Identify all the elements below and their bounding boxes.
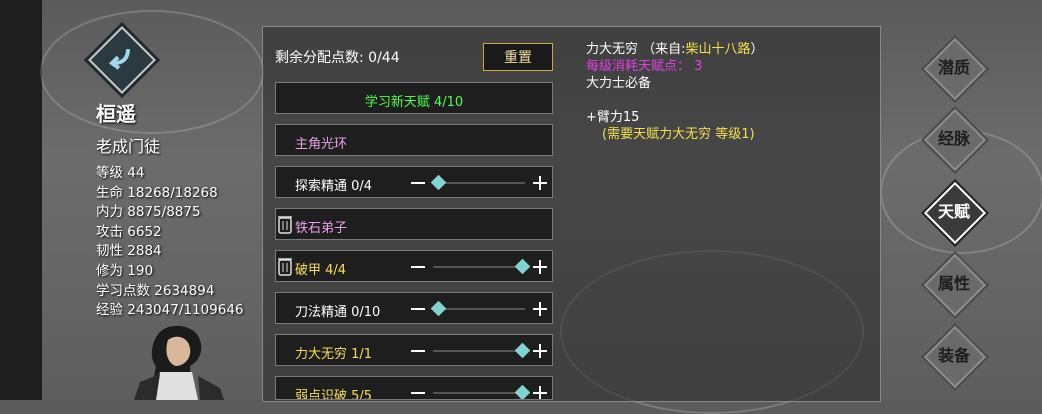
stat-level: 等级 44 [96, 165, 145, 181]
slider-knob[interactable] [430, 174, 447, 191]
talent-level-slider[interactable] [411, 341, 551, 361]
plus-icon[interactable] [539, 386, 541, 399]
talent-row[interactable]: 破甲 4/4 [275, 250, 553, 282]
character-portrait [134, 325, 224, 400]
slider-knob[interactable] [514, 384, 531, 399]
character-name: 桓遥 [96, 102, 136, 126]
stat-mp: 内力 8875/8875 [96, 204, 201, 221]
back-arrow-icon [108, 49, 130, 70]
minus-icon[interactable] [411, 350, 425, 352]
talent-level-slider[interactable] [411, 383, 551, 399]
minus-icon[interactable] [411, 182, 425, 184]
menu-label: 天赋 [937, 202, 970, 221]
talent-label: 探索精通 0/4 [295, 179, 373, 194]
detail-title-end: ） [750, 42, 764, 57]
detail-cost: 每级消耗天赋点： 3 [586, 59, 703, 74]
learn-talent-button[interactable]: 学习新天赋 4/10 [275, 82, 553, 114]
detail-requirement: (需要天赋力大无穷 等级1) [602, 127, 755, 142]
slider-knob[interactable] [430, 300, 447, 317]
talent-row[interactable]: 探索精通 0/4 [275, 166, 553, 198]
plus-icon[interactable] [539, 344, 541, 358]
slider-knob[interactable] [514, 258, 531, 275]
talent-label: 破甲 4/4 [295, 263, 347, 278]
talent-level-slider[interactable] [411, 173, 551, 193]
reset-button[interactable]: 重置 [483, 43, 553, 71]
menu-potential[interactable]: 潜质 [923, 37, 987, 101]
menu-label: 属性 [937, 274, 970, 293]
detail-title-line: 力大无穷 （来自:柴山十八路） [586, 41, 764, 58]
trash-icon[interactable] [278, 214, 292, 234]
left-black-bar [0, 0, 42, 400]
detail-effect: +臂力15 [586, 110, 640, 125]
talent-label: 弱点识破 5/5 [295, 389, 373, 400]
learn-talent-label: 学习新天赋 4/10 [364, 95, 464, 110]
menu-attributes[interactable]: 属性 [923, 253, 987, 317]
detail-title: 力大无穷 （来自: [586, 42, 686, 57]
talent-label: 力大无穷 1/1 [295, 347, 373, 362]
stat-exp: 经验 243047/1109646 [96, 302, 244, 319]
slider-track[interactable] [433, 392, 525, 394]
trash-icon[interactable] [278, 256, 292, 276]
slider-track[interactable] [433, 182, 525, 184]
menu-talent[interactable]: 天赋 [923, 181, 987, 245]
menu-meridian[interactable]: 经脉 [923, 108, 987, 172]
minus-icon[interactable] [411, 266, 425, 268]
stat-attack: 攻击 6652 [96, 223, 162, 240]
plus-icon[interactable] [539, 260, 541, 274]
talent-row[interactable]: 主角光环 [275, 124, 553, 156]
slider-track[interactable] [433, 308, 525, 310]
menu-label: 潜质 [937, 58, 970, 77]
stat-toughness: 韧性 2884 [96, 243, 162, 260]
remaining-points: 剩余分配点数: 0/44 [275, 50, 400, 66]
stat-learn-points: 学习点数 2634894 [96, 282, 215, 299]
slider-knob[interactable] [514, 342, 531, 359]
talent-detail: 力大无穷 （来自:柴山十八路） 每级消耗天赋点： 3 大力士必备 +臂力15 (… [586, 41, 764, 143]
talent-row[interactable]: 铁石弟子 [275, 208, 553, 240]
plus-icon[interactable] [539, 302, 541, 316]
character-title: 老成门徒 [96, 137, 161, 156]
detail-source: 柴山十八路 [685, 42, 751, 57]
plus-icon[interactable] [539, 176, 541, 190]
minus-icon[interactable] [411, 308, 425, 310]
talent-row[interactable]: 刀法精通 0/10 [275, 292, 553, 324]
talent-label: 刀法精通 0/10 [295, 305, 381, 320]
talent-label: 主角光环 [295, 137, 348, 152]
slider-track[interactable] [433, 266, 525, 268]
minus-icon[interactable] [411, 392, 425, 394]
talent-row[interactable]: 力大无穷 1/1 [275, 334, 553, 366]
slider-track[interactable] [433, 350, 525, 352]
talent-level-slider[interactable] [411, 299, 551, 319]
talent-label: 铁石弟子 [295, 221, 348, 236]
character-stats: 等级 44 生命 18268/18268 内力 8875/8875 攻击 665… [96, 164, 244, 321]
menu-label: 装备 [937, 346, 970, 365]
stat-hp: 生命 18268/18268 [96, 184, 218, 201]
wave-decoration [40, 10, 264, 134]
menu-label: 经脉 [937, 129, 970, 148]
stat-cultivation: 修为 190 [96, 262, 154, 279]
detail-description: 大力士必备 [586, 76, 652, 91]
talent-level-slider[interactable] [411, 257, 551, 277]
talent-row[interactable]: 弱点识破 5/5 [275, 376, 553, 400]
menu-equipment[interactable]: 装备 [923, 325, 987, 389]
